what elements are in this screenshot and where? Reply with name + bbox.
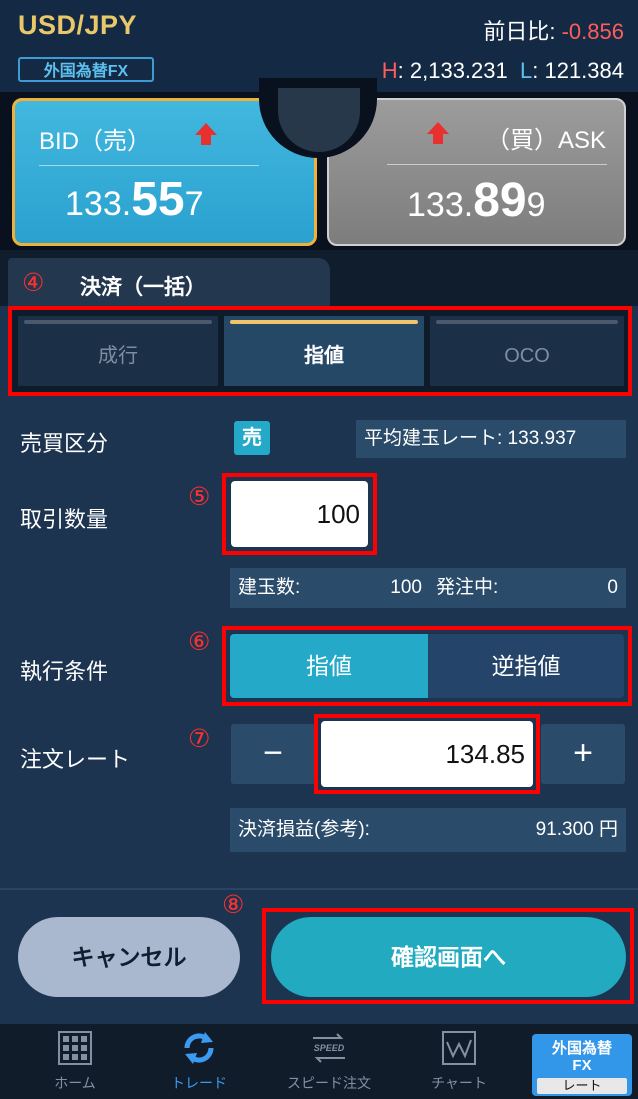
nav-home-label: ホーム bbox=[54, 1075, 96, 1091]
order-type-market[interactable]: 成行 bbox=[18, 316, 218, 386]
order-type-oco[interactable]: OCO bbox=[430, 316, 624, 386]
svg-text:SPEED: SPEED bbox=[314, 1043, 345, 1053]
condition-limit-button[interactable]: 指値 bbox=[230, 634, 428, 698]
bid-label: BID（売） bbox=[39, 128, 152, 155]
rate-label: 注文レート bbox=[20, 747, 131, 772]
pl-label: 決済損益(参考): bbox=[238, 819, 370, 840]
sell-badge: 売 bbox=[234, 421, 270, 455]
arrow-up-icon bbox=[427, 122, 449, 144]
fx-rate-label: レート bbox=[537, 1078, 627, 1094]
high-label: H bbox=[381, 58, 398, 83]
nav-trade[interactable]: トレード bbox=[144, 1030, 254, 1093]
nav-speed-order[interactable]: SPEED スピード注文 bbox=[274, 1030, 384, 1093]
condition-stop-button[interactable]: 逆指値 bbox=[428, 634, 624, 698]
profit-loss-info: 決済損益(参考): 91.300 円 bbox=[230, 808, 626, 852]
pl-value: 91.300 円 bbox=[535, 819, 618, 840]
nav-speed-order-label: スピード注文 bbox=[287, 1075, 371, 1091]
bid-divider bbox=[39, 165, 259, 166]
high-low: H: 2,133.231 L: 121.384 bbox=[382, 58, 624, 84]
cancel-button[interactable]: キャンセル bbox=[18, 917, 240, 997]
rate-input[interactable] bbox=[321, 721, 533, 787]
rate-plus-button[interactable]: + bbox=[541, 724, 625, 784]
side-label: 売買区分 bbox=[20, 431, 109, 456]
ask-divider bbox=[387, 164, 607, 165]
low-value: : 121.384 bbox=[532, 58, 624, 83]
pending-value: 0 bbox=[607, 577, 618, 598]
nav-chart-label: チャート bbox=[431, 1075, 487, 1091]
currency-pair: USD/JPY bbox=[18, 10, 138, 40]
annotation-number: ⑥ bbox=[188, 628, 211, 656]
order-type-limit[interactable]: 指値 bbox=[224, 316, 424, 386]
annotation-number: ⑦ bbox=[188, 725, 211, 753]
fx-line2: FX bbox=[572, 1057, 592, 1074]
positions-value: 100 bbox=[390, 577, 422, 598]
ask-label: （買）ASK bbox=[485, 127, 606, 154]
high-value: : 2,133.231 bbox=[397, 58, 508, 83]
low-label: L bbox=[520, 58, 533, 83]
arrow-up-icon bbox=[195, 123, 217, 145]
annotation-number: ⑧ bbox=[222, 891, 245, 919]
average-rate: 平均建玉レート: 133.937 bbox=[356, 420, 626, 458]
bid-price: 133.557 bbox=[65, 173, 204, 226]
grid-icon bbox=[58, 1031, 92, 1065]
position-info: 建玉数: 100 発注中: 0 bbox=[230, 568, 626, 608]
tab-label: 決済（一括） bbox=[80, 276, 206, 299]
annotation-number: ④ bbox=[22, 269, 45, 297]
divider bbox=[0, 888, 638, 890]
quantity-label: 取引数量 bbox=[20, 507, 109, 532]
chart-icon bbox=[442, 1031, 476, 1065]
quantity-input[interactable] bbox=[231, 481, 368, 547]
speed-icon: SPEED bbox=[313, 1033, 345, 1063]
condition-label: 執行条件 bbox=[20, 659, 109, 684]
nav-trade-label: トレード bbox=[171, 1075, 227, 1091]
daily-change: 前日比: -0.856 bbox=[483, 14, 624, 46]
rate-minus-button[interactable]: − bbox=[231, 724, 315, 784]
annotation-number: ⑤ bbox=[188, 483, 211, 511]
order-type-selector: 成行 指値 OCO bbox=[8, 306, 632, 396]
nav-chart[interactable]: チャート bbox=[404, 1030, 514, 1093]
positions-label: 建玉数: bbox=[238, 577, 301, 598]
daily-change-value: -0.856 bbox=[561, 19, 624, 44]
confirm-button[interactable]: 確認画面へ bbox=[271, 917, 626, 997]
market-badge: 外国為替FX bbox=[18, 57, 154, 82]
daily-change-label: 前日比: bbox=[483, 19, 556, 44]
nav-home[interactable]: ホーム bbox=[20, 1030, 130, 1093]
ask-price: 133.899 bbox=[407, 174, 546, 227]
pending-label: 発注中: bbox=[436, 577, 499, 598]
refresh-icon bbox=[184, 1032, 214, 1064]
fx-line1: 外国為替 bbox=[551, 1040, 612, 1057]
